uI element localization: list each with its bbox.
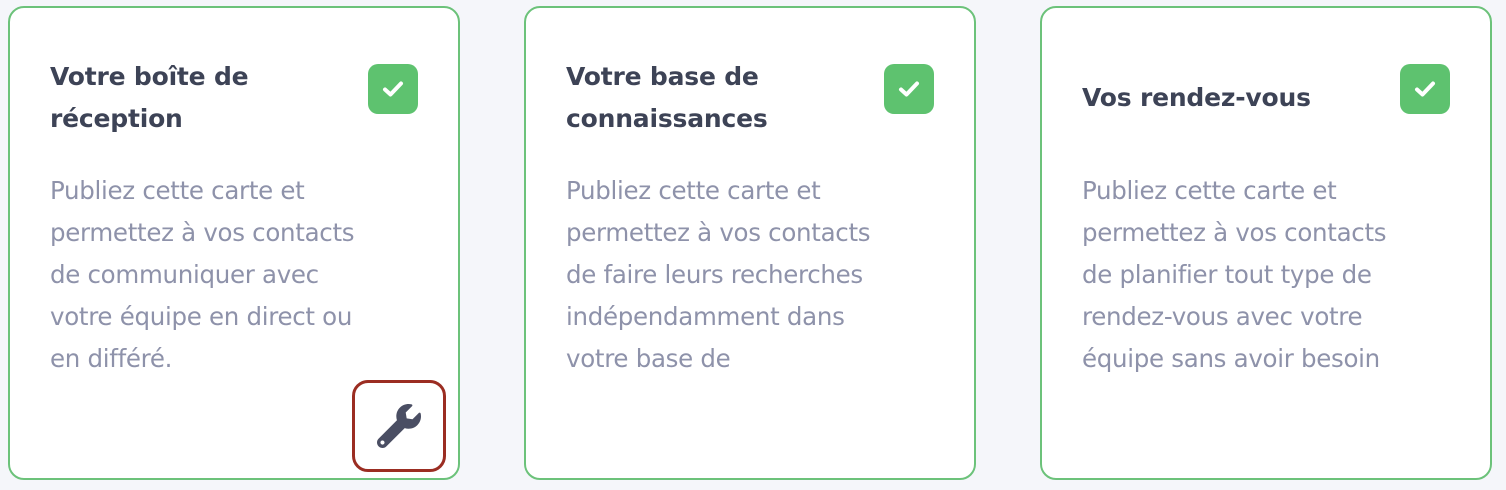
check-icon: [1400, 64, 1450, 114]
card-knowledge-base[interactable]: Votre base de connaissances Publiez cett…: [524, 6, 976, 480]
description-line: Publiez cette carte et: [566, 176, 821, 205]
check-icon: [368, 64, 418, 114]
description-line: équipe sans avoir besoin: [1082, 344, 1380, 373]
card-description: Publiez cette carte et permettez à vos c…: [50, 170, 422, 380]
card-description: Publiez cette carte et permettez à vos c…: [566, 170, 938, 380]
card-title: Vos rendez-vous: [1082, 83, 1311, 112]
wrench-icon: [377, 404, 421, 448]
description-line: de faire leurs recherches: [566, 260, 863, 289]
description-line: de communiquer avec: [50, 260, 319, 289]
description-line: permettez à vos contacts: [566, 218, 871, 247]
description-line: Publiez cette carte et: [50, 176, 305, 205]
description-line: en différé.: [50, 344, 173, 373]
description-line: permettez à vos contacts: [50, 218, 355, 247]
card-title: Votre base de connaissances: [566, 62, 768, 133]
settings-button[interactable]: [352, 380, 446, 472]
card-inbox[interactable]: Votre boîte de réception Publiez cette c…: [8, 6, 460, 480]
card-title: Votre boîte de réception: [50, 62, 249, 133]
description-line: permettez à vos contacts: [1082, 218, 1387, 247]
check-icon: [884, 64, 934, 114]
description-line: rendez-vous avec votre: [1082, 302, 1363, 331]
card-appointments[interactable]: Vos rendez-vous Publiez cette carte et p…: [1040, 6, 1492, 480]
description-line: de planifier tout type de: [1082, 260, 1372, 289]
description-line: Publiez cette carte et: [1082, 176, 1337, 205]
description-line: indépendamment dans: [566, 302, 845, 331]
card-description: Publiez cette carte et permettez à vos c…: [1082, 170, 1454, 380]
description-line: votre base de: [566, 344, 731, 373]
description-line: votre équipe en direct ou: [50, 302, 353, 331]
